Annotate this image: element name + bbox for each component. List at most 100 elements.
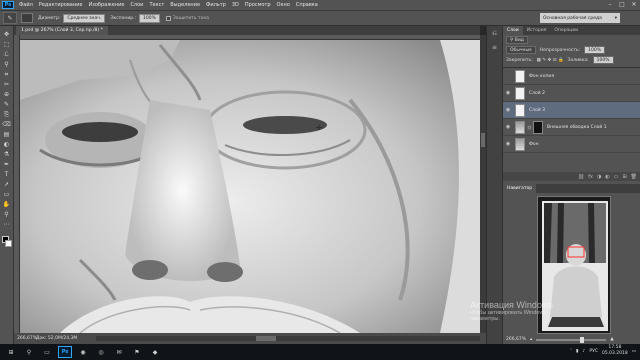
navigator-zoom-value[interactable]: 266,67%: [506, 337, 526, 342]
history-icon[interactable]: ⎌: [490, 30, 500, 40]
notifications-icon[interactable]: ▭: [632, 349, 636, 354]
zoom-slider-handle[interactable]: [580, 336, 585, 343]
path-select-tool-icon[interactable]: ➚: [2, 180, 12, 189]
language-indicator[interactable]: РУС: [589, 349, 598, 354]
adjustment-icon[interactable]: ◐: [605, 174, 609, 180]
tab-actions[interactable]: Операции: [550, 26, 582, 35]
photoshop-taskbar-icon[interactable]: Ps: [58, 346, 72, 358]
maximize-button[interactable]: □: [618, 1, 626, 9]
eye-icon[interactable]: ◉: [503, 124, 513, 130]
menu-select[interactable]: Выделение: [167, 2, 203, 8]
layer-row[interactable]: ◉ ⛓ Внешняя обводка Слой 1: [503, 119, 640, 136]
more-tools-icon[interactable]: ⋯: [2, 220, 12, 229]
menu-view[interactable]: Просмотр: [242, 2, 274, 8]
link-layers-icon[interactable]: ⛓: [578, 174, 584, 180]
eye-icon[interactable]: ◉: [503, 90, 513, 96]
start-button[interactable]: ⊞: [4, 346, 18, 358]
slice-tool-icon[interactable]: ✂: [2, 80, 12, 89]
quick-select-tool-icon[interactable]: ⚲: [2, 60, 12, 69]
mail-icon[interactable]: ✉: [112, 346, 126, 358]
zoom-tool-icon[interactable]: ⚲: [2, 210, 12, 219]
scroll-thumb[interactable]: [256, 336, 276, 341]
zoom-slider[interactable]: [536, 336, 607, 343]
app-icon[interactable]: ◆: [148, 346, 162, 358]
new-layer-icon[interactable]: ⊞: [622, 174, 626, 180]
search-icon[interactable]: ⚲: [22, 346, 36, 358]
document-canvas[interactable]: ✛: [20, 40, 480, 333]
menu-3d[interactable]: 3D: [229, 2, 242, 8]
mask-icon[interactable]: ◑: [597, 174, 601, 180]
clock[interactable]: 17:58 05.03.2018: [602, 345, 628, 357]
group-icon[interactable]: ▭: [614, 174, 619, 180]
properties-icon[interactable]: ≡: [490, 44, 500, 54]
menu-edit[interactable]: Редактирование: [36, 2, 86, 8]
flag-icon[interactable]: ⚑: [130, 346, 144, 358]
shape-tool-icon[interactable]: ▭: [2, 190, 12, 199]
move-tool-icon[interactable]: ✥: [2, 30, 12, 39]
document-tab[interactable]: 1.psd @ 267% (Слой 3, Сер.пр./8) *: [16, 26, 108, 35]
marquee-tool-icon[interactable]: ⬚: [2, 40, 12, 49]
protect-tones-checkbox[interactable]: Защитить тона: [165, 15, 209, 21]
menu-layers[interactable]: Слои: [127, 2, 146, 8]
menu-help[interactable]: Справка: [293, 2, 321, 8]
healing-tool-icon[interactable]: ⊕: [2, 90, 12, 99]
diameter-select[interactable]: Среднее знач.: [63, 13, 106, 23]
lock-icons[interactable]: ▦ ✎ ✥ ⊡ 🔒: [537, 58, 564, 63]
clone-stamp-tool-icon[interactable]: ⎘: [2, 110, 12, 119]
brush-preset-picker[interactable]: [21, 13, 33, 23]
horizontal-scrollbar[interactable]: [96, 336, 480, 341]
trash-icon[interactable]: 🗑: [631, 174, 637, 180]
tray-arrow-icon[interactable]: ˄: [570, 349, 572, 354]
brush-tool-icon[interactable]: ✎: [2, 100, 12, 109]
eye-icon[interactable]: ◉: [503, 141, 513, 147]
type-tool-icon[interactable]: T: [2, 170, 12, 179]
close-button[interactable]: ✕: [630, 1, 638, 9]
brush-icon[interactable]: ✎: [3, 12, 17, 24]
tab-layers[interactable]: Слои: [503, 26, 523, 35]
workspace-select[interactable]: Основная рабочая среда ▾: [540, 13, 620, 23]
tab-navigator[interactable]: Навигатор: [503, 184, 537, 193]
menu-window[interactable]: Окно: [274, 2, 293, 8]
media-icon[interactable]: ◎: [94, 346, 108, 358]
menu-file[interactable]: Файл: [16, 2, 36, 8]
sponge-tool-icon[interactable]: ⚗: [2, 150, 12, 159]
menu-type[interactable]: Текст: [146, 2, 167, 8]
scroll-thumb[interactable]: [481, 133, 485, 147]
gradient-tool-icon[interactable]: ▤: [2, 130, 12, 139]
layer-row[interactable]: ◉ Фон: [503, 136, 640, 153]
blend-mode-select[interactable]: Обычные: [506, 46, 536, 54]
color-swatches[interactable]: [1, 236, 12, 248]
menu-image[interactable]: Изображение: [85, 2, 127, 8]
browser-icon[interactable]: ◉: [76, 346, 90, 358]
layer-row[interactable]: Фон копия: [503, 68, 640, 85]
tab-history[interactable]: История: [523, 26, 551, 35]
menu-filter[interactable]: Фильтр: [203, 2, 229, 8]
doc-size-readout[interactable]: Док: 52,0M/24,3M: [36, 336, 96, 341]
dodge-tool-icon[interactable]: ◐: [2, 140, 12, 149]
fill-field[interactable]: 100%: [592, 56, 614, 64]
exposure-field[interactable]: 100%: [139, 13, 160, 23]
crop-tool-icon[interactable]: ⌗: [2, 70, 12, 79]
layer-row-selected[interactable]: ◉ Слой 3: [503, 102, 640, 119]
lasso-tool-icon[interactable]: ℒ: [2, 50, 12, 59]
layer-filter-select[interactable]: ⚲ Вид: [506, 36, 528, 44]
layer-name: Слой 2: [529, 90, 545, 96]
layer-row[interactable]: ◉ Слой 2: [503, 85, 640, 102]
background-color[interactable]: [4, 240, 12, 247]
layer-mask-thumbnail[interactable]: [533, 120, 543, 134]
layers-panel-tabs: Слои История Операции: [503, 26, 640, 35]
fx-icon[interactable]: fx: [588, 174, 593, 180]
eye-icon[interactable]: ◉: [503, 107, 513, 113]
minimize-button[interactable]: –: [606, 1, 614, 9]
opacity-field[interactable]: 100%: [584, 46, 606, 54]
hand-tool-icon[interactable]: ✋: [2, 200, 12, 209]
volume-icon[interactable]: ♪: [582, 349, 585, 354]
zoom-out-icon[interactable]: ▴: [530, 337, 532, 342]
zoom-readout[interactable]: 266,67%: [14, 336, 37, 341]
layer-thumbnail: [515, 69, 525, 83]
task-view-icon[interactable]: ▭: [40, 346, 54, 358]
eraser-tool-icon[interactable]: ⌫: [2, 120, 12, 129]
network-icon[interactable]: ▮: [576, 349, 578, 354]
pen-tool-icon[interactable]: ✒: [2, 160, 12, 169]
zoom-in-icon[interactable]: ▲: [610, 337, 613, 342]
